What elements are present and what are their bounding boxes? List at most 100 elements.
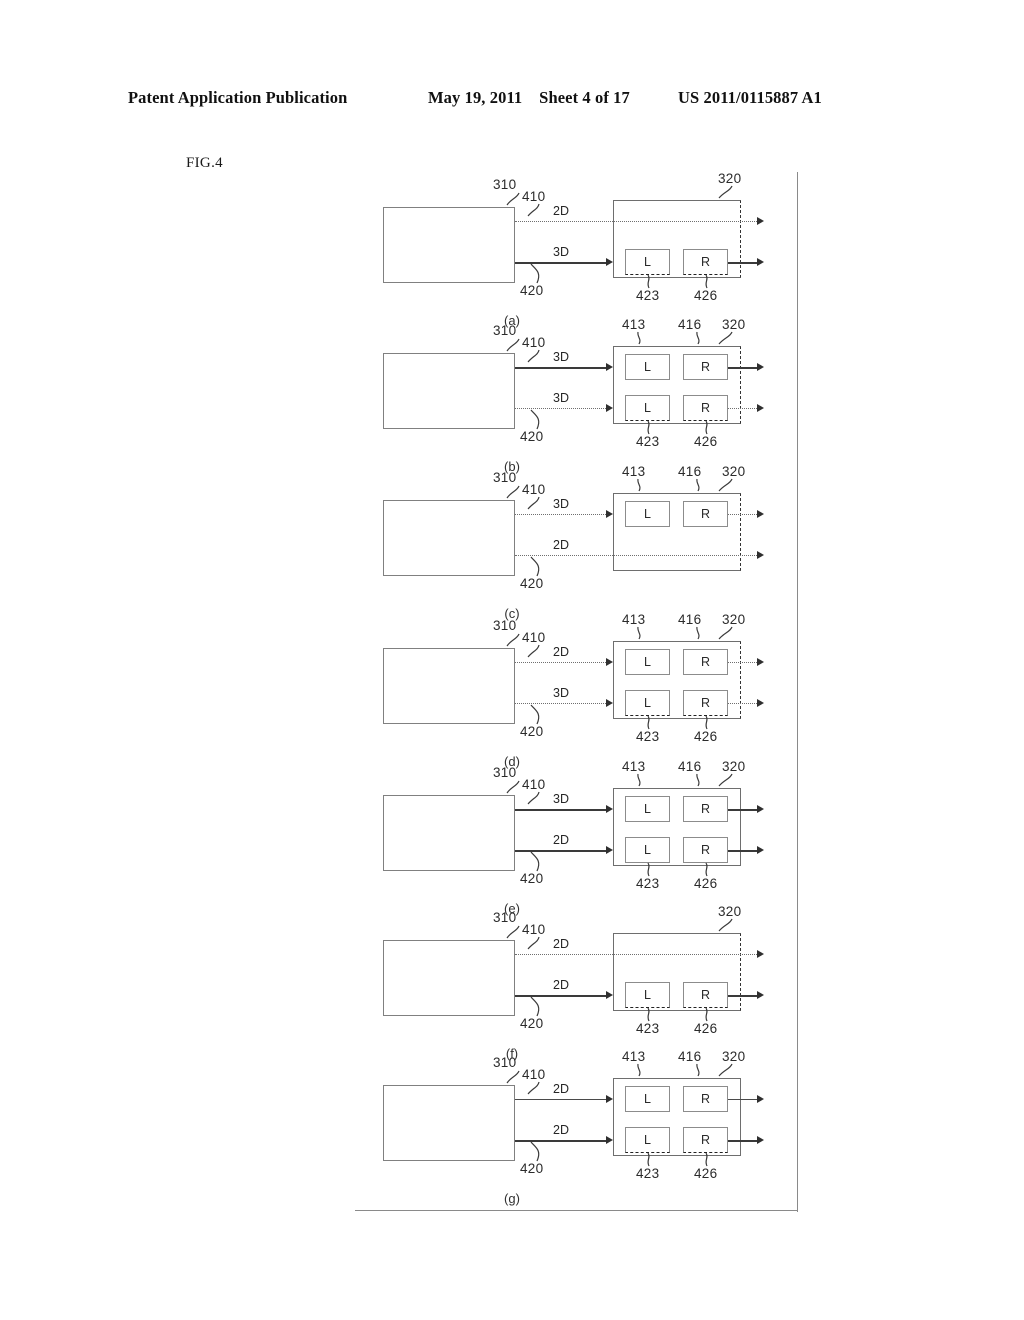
- leader-420: [529, 409, 551, 430]
- ref-label-413: 413: [622, 317, 646, 332]
- arrowhead-out-420: [757, 699, 764, 707]
- header-docnum: US 2011/0115887 A1: [678, 88, 822, 107]
- header-date-sheet: May 19, 2011 Sheet 4 of 17: [428, 88, 678, 108]
- arrowhead-in-410: [606, 1095, 613, 1103]
- cell-R-bottom: R: [683, 649, 728, 675]
- ref-label-426: 426: [694, 288, 718, 303]
- leader-420: [529, 996, 551, 1017]
- ref-label-310: 310: [493, 1055, 517, 1070]
- leader-413: [634, 1063, 650, 1080]
- ref-label-310: 310: [493, 323, 517, 338]
- source-box-310: [383, 795, 515, 871]
- leader-320: [716, 185, 738, 202]
- signal-out-420: [728, 262, 757, 264]
- arrowhead-out-420: [757, 846, 764, 854]
- cell-L-bottom: L: [625, 1127, 670, 1153]
- mode-label-420: 2D: [553, 978, 569, 992]
- signal-out-410: [728, 1099, 757, 1100]
- leader-320: [716, 773, 738, 790]
- leader-423: [645, 1152, 661, 1169]
- arrowhead-in-420: [606, 699, 613, 707]
- leader-320: [716, 918, 738, 935]
- panel-b: 310 320 3D 410 3D 420 L R L R 413 416 423 426 (b): [0, 317, 1024, 474]
- mode-label-410: 2D: [553, 645, 569, 659]
- mode-label-410: 3D: [553, 497, 569, 511]
- source-box-310: [383, 648, 515, 724]
- ref-label-320: 320: [718, 171, 742, 186]
- arrowhead-out-420: [757, 258, 764, 266]
- arrowhead-out-420: [757, 551, 764, 559]
- signal-out-420: [728, 850, 757, 852]
- arrowhead-out-410: [757, 1095, 764, 1103]
- panel-a: 310 320 2D 410 3D 420 L R 423 426 (a): [0, 171, 1024, 328]
- leader-426: [703, 1007, 719, 1024]
- mode-label-410: 3D: [553, 792, 569, 806]
- ref-label-410: 410: [522, 189, 546, 204]
- panel-f: 310 320 2D 410 2D 420 L R 423 426 (f): [0, 905, 1024, 1061]
- signal-out-420: [728, 1140, 757, 1142]
- source-box-310: [383, 500, 515, 576]
- leader-410: [527, 936, 549, 953]
- arrowhead-in-410: [606, 805, 613, 813]
- ref-label-416: 416: [678, 759, 702, 774]
- signal-line-420: [515, 408, 608, 409]
- ref-label-320: 320: [722, 1049, 746, 1064]
- cell-R-bottom: R: [683, 1086, 728, 1112]
- cell-L-bottom: L: [625, 796, 670, 822]
- signal-line-410: [515, 221, 757, 222]
- leader-423: [645, 715, 661, 732]
- signal-out-410: [728, 662, 757, 663]
- arrowhead-out-410: [757, 217, 764, 225]
- arrowhead-in-420: [606, 258, 613, 266]
- leader-410: [527, 203, 549, 220]
- ref-label-310: 310: [493, 618, 517, 633]
- leader-423: [645, 862, 661, 879]
- ref-label-410: 410: [522, 777, 546, 792]
- arrowhead-out-410: [757, 658, 764, 666]
- mode-label-420: 2D: [553, 1123, 569, 1137]
- ref-label-410: 410: [522, 922, 546, 937]
- header-publication: Patent Application Publication: [128, 88, 348, 107]
- ref-label-423: 423: [636, 1166, 660, 1181]
- signal-out-410: [728, 514, 757, 515]
- ref-label-320: 320: [722, 612, 746, 627]
- panel-e: 310 320 3D 410 2D 420 L R L R 413 416 423 426 (e): [0, 759, 1024, 916]
- signal-line-410: [515, 662, 608, 663]
- ref-label-320: 320: [722, 759, 746, 774]
- leader-420: [529, 704, 551, 725]
- leader-420: [529, 556, 551, 577]
- ref-label-416: 416: [678, 1049, 702, 1064]
- ref-label-420: 420: [520, 429, 544, 444]
- arrowhead-in-420: [606, 1136, 613, 1144]
- ref-label-410: 410: [522, 1067, 546, 1082]
- mode-label-420: 3D: [553, 686, 569, 700]
- leader-420: [529, 1141, 551, 1162]
- source-box-310: [383, 1085, 515, 1161]
- signal-out-420: [728, 703, 757, 704]
- leader-320: [716, 626, 738, 643]
- signal-out-410: [728, 367, 757, 369]
- ref-label-426: 426: [694, 1166, 718, 1181]
- signal-line-410: [515, 1099, 608, 1100]
- cell-L-bottom: L: [625, 690, 670, 716]
- cell-L-bottom: L: [625, 395, 670, 421]
- leader-426: [703, 1152, 719, 1169]
- signal-out-420: [728, 995, 757, 997]
- signal-line-420: [515, 555, 757, 556]
- leader-420: [529, 851, 551, 872]
- signal-line-410: [515, 367, 608, 369]
- leader-413: [634, 478, 650, 495]
- cell-L-bottom: L: [625, 837, 670, 863]
- leader-410: [527, 1081, 549, 1098]
- leader-413: [634, 773, 650, 790]
- cell-R-bottom: R: [683, 796, 728, 822]
- panel-c: 310 320 3D 410 2D 420 L R 413 416 (c): [0, 465, 1024, 621]
- mode-label-420: 2D: [553, 538, 569, 552]
- ref-label-413: 413: [622, 1049, 646, 1064]
- mode-label-420: 3D: [553, 391, 569, 405]
- cell-L-bottom: L: [625, 249, 670, 275]
- cell-R-bottom: R: [683, 690, 728, 716]
- ref-label-426: 426: [694, 434, 718, 449]
- cell-R-bottom: R: [683, 982, 728, 1008]
- leader-410: [527, 791, 549, 808]
